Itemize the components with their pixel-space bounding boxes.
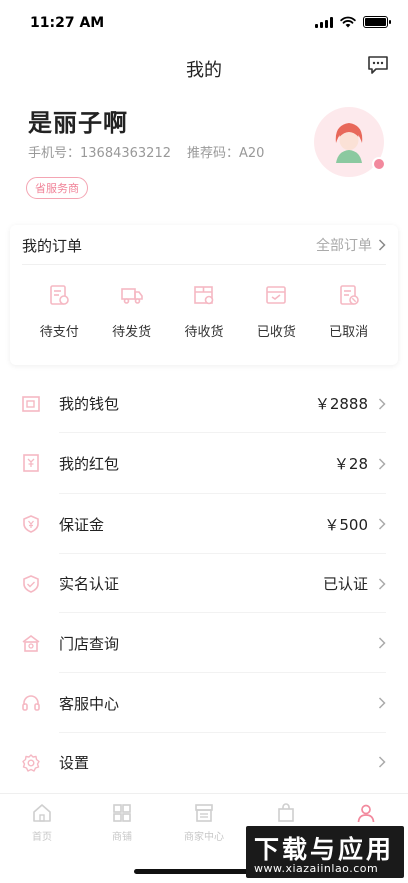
tab-label: 首页 (32, 832, 52, 843)
order-received[interactable]: 已收货 (241, 283, 312, 340)
tab-cart[interactable] (246, 802, 326, 828)
menu-item-store-search[interactable]: 门店查询 (0, 613, 408, 673)
order-label: 待收货 (184, 325, 224, 340)
watermark-title: 下载与应用 (254, 835, 395, 864)
chevron-right-icon (378, 637, 386, 649)
menu-label: 实名认证 (59, 575, 120, 593)
chevron-right-icon (378, 239, 386, 251)
chevron-right-icon (378, 697, 386, 709)
battery-icon (363, 16, 391, 28)
watermark: 下载与应用 www.xiazaiinlao.com (246, 826, 404, 878)
gear-icon (22, 754, 40, 772)
wifi-icon (340, 16, 356, 28)
chevron-right-icon (378, 457, 386, 470)
menu-item-red-packet[interactable]: 我的红包 ￥28 (0, 433, 408, 494)
profile-phone: 手机号：13684363212 (28, 146, 171, 161)
red-packet-icon (23, 454, 39, 472)
order-status-row: 待支付 待发货 待收货 已收货 已取消 (10, 283, 398, 340)
order-pending-payment[interactable]: 待支付 (24, 283, 95, 340)
tab-merchant-center[interactable]: 商家中心 (164, 802, 244, 843)
chevron-right-icon (378, 397, 386, 410)
order-label: 待发货 (112, 325, 152, 340)
user-icon (357, 804, 375, 823)
profile-referral-code: 推荐码：A20 (187, 146, 265, 161)
menu-list: 我的钱包 ￥2888 我的红包 ￥28 保证金 ￥500 实名认证 已认证 门店… (0, 374, 408, 791)
all-orders-label: 全部订单 (316, 238, 372, 254)
signal-icon (315, 16, 333, 28)
orders-title: 我的订单 (22, 237, 83, 255)
chevron-right-icon (378, 577, 386, 590)
menu-label: 我的钱包 (59, 395, 120, 413)
menu-value: ￥2888 (314, 395, 368, 413)
watermark-url: www.xiazaiinlao.com (254, 862, 379, 875)
menu-label: 保证金 (59, 515, 105, 534)
pending-payment-icon (50, 285, 70, 305)
order-pending-shipment[interactable]: 待发货 (96, 283, 167, 340)
wallet-icon (22, 396, 40, 412)
cancelled-icon (339, 285, 359, 305)
tab-label: 商铺 (112, 832, 132, 843)
tab-home[interactable]: 首页 (2, 802, 82, 843)
bag-icon (278, 803, 294, 822)
deposit-shield-icon (23, 515, 39, 533)
chat-bubble-icon[interactable] (366, 53, 390, 77)
chevron-right-icon (378, 518, 386, 530)
tab-label: 商家中心 (184, 832, 224, 843)
status-time: 11:27 AM (30, 15, 105, 31)
home-icon (33, 804, 51, 822)
tab-shops[interactable]: 商铺 (82, 802, 162, 843)
menu-label: 门店查询 (59, 634, 120, 653)
truck-icon (120, 288, 143, 304)
divider (22, 264, 386, 265)
order-label: 待支付 (39, 325, 79, 340)
profile-name: 是丽子啊 (28, 109, 128, 137)
store-icon (22, 635, 40, 652)
chevron-right-icon (378, 756, 386, 768)
menu-value: ￥28 (333, 455, 368, 473)
shop-icon (195, 804, 213, 822)
grid-icon (113, 804, 131, 822)
verified-shield-icon (23, 575, 39, 593)
page-title: 我的 (186, 60, 222, 81)
order-pending-receipt[interactable]: 待收货 (169, 283, 240, 340)
status-bar: 11:27 AM (0, 0, 408, 44)
package-icon (194, 286, 214, 305)
headset-icon (22, 695, 40, 711)
all-orders-link[interactable]: 全部订单 (316, 235, 386, 255)
menu-label: 设置 (59, 753, 90, 772)
status-icons (315, 16, 391, 28)
menu-item-customer-service[interactable]: 客服中心 (0, 673, 408, 733)
orders-card: 我的订单 全部订单 待支付 待发货 待收货 已收货 已取消 (10, 225, 398, 365)
menu-label: 我的红包 (59, 455, 120, 473)
status-badge: 省服务商 (26, 177, 88, 199)
avatar[interactable] (314, 107, 386, 177)
order-cancelled[interactable]: 已取消 (313, 283, 384, 340)
menu-label: 客服中心 (59, 694, 120, 713)
avatar-edit-icon[interactable] (372, 157, 386, 171)
menu-value: 已认证 (322, 575, 368, 593)
menu-value: ￥500 (324, 515, 368, 534)
menu-item-deposit[interactable]: 保证金 ￥500 (0, 494, 408, 554)
received-icon (266, 286, 287, 304)
menu-item-wallet[interactable]: 我的钱包 ￥2888 (0, 374, 408, 433)
tab-mine[interactable] (326, 802, 406, 828)
menu-item-real-name[interactable]: 实名认证 已认证 (0, 554, 408, 613)
menu-item-settings[interactable]: 设置 (0, 733, 408, 791)
order-label: 已取消 (329, 325, 369, 340)
order-label: 已收货 (256, 325, 296, 340)
